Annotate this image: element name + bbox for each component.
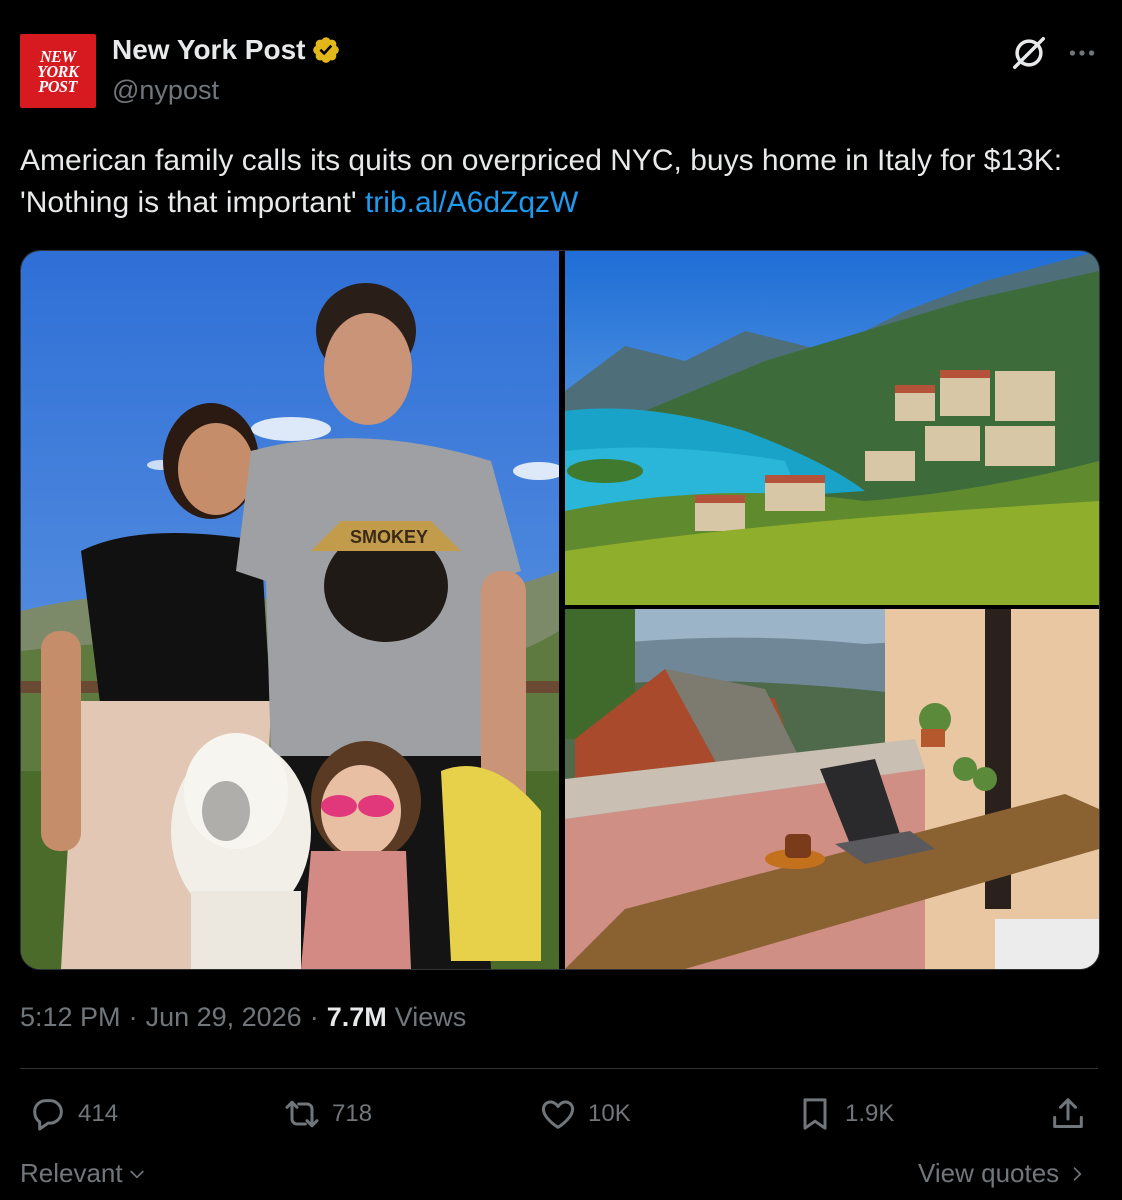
bookmark-icon — [803, 1098, 827, 1130]
tweet-text: American family calls its quits on overp… — [20, 140, 1100, 224]
author-display-name[interactable]: New York Post — [112, 34, 305, 66]
bookmark-count: 1.9K — [845, 1100, 895, 1127]
reply-button[interactable]: 414 — [28, 1094, 118, 1134]
grok-icon[interactable] — [1010, 34, 1048, 72]
views-label: Views — [394, 1002, 467, 1032]
views-count: 7.7M — [326, 1002, 387, 1032]
share-icon — [1053, 1098, 1083, 1128]
balcony-desk-image — [565, 609, 1099, 969]
heart-icon — [541, 1100, 575, 1129]
repost-count: 718 — [332, 1100, 373, 1127]
repost-button[interactable]: 718 — [282, 1094, 372, 1134]
balcony-desk-photo[interactable] — [565, 609, 1099, 969]
reply-icon — [33, 1099, 63, 1131]
share-button[interactable] — [1048, 1094, 1088, 1134]
tweet-link[interactable]: trib.al/A6dZqzW — [365, 186, 578, 219]
meta-separator: · — [128, 1002, 138, 1032]
more-icon[interactable] — [1064, 38, 1100, 68]
author-avatar[interactable]: NEW YORK POST — [20, 34, 96, 108]
like-count: 10K — [588, 1100, 631, 1127]
shirt-text: SMOKEY — [350, 527, 428, 547]
sort-label: Relevant — [20, 1158, 123, 1188]
media-grid: SMOKEY — [20, 250, 1100, 970]
tweet-date[interactable]: Jun 29, 2026 — [146, 1002, 302, 1033]
tweet-meta: 5:12 PM · Jun 29, 2026 · 7.7M Views — [20, 1002, 466, 1033]
lake-village-image — [565, 251, 1099, 605]
sort-dropdown[interactable]: Relevant — [20, 1158, 147, 1189]
chevron-down-icon — [129, 1170, 144, 1178]
meta-separator-2: · — [309, 1002, 319, 1032]
like-button[interactable]: 10K — [538, 1094, 631, 1134]
author-handle[interactable]: @nypost — [112, 75, 219, 106]
family-photo-image: SMOKEY — [21, 251, 559, 969]
verified-badge-icon — [313, 37, 340, 63]
repost-icon — [285, 1100, 319, 1128]
chevron-right-icon — [1073, 1166, 1082, 1181]
divider — [20, 1068, 1098, 1069]
reply-count: 414 — [78, 1100, 119, 1127]
view-quotes-link[interactable]: View quotes — [918, 1158, 1087, 1189]
family-photo[interactable]: SMOKEY — [21, 251, 559, 969]
avatar-logo-text: NEW YORK POST — [37, 46, 79, 96]
author-name[interactable]: New York Post — [112, 34, 341, 66]
lake-village-photo[interactable] — [565, 251, 1099, 605]
bookmark-button[interactable]: 1.9K — [795, 1094, 894, 1134]
tweet-time[interactable]: 5:12 PM — [20, 1002, 121, 1033]
view-quotes-label: View quotes — [918, 1158, 1060, 1188]
